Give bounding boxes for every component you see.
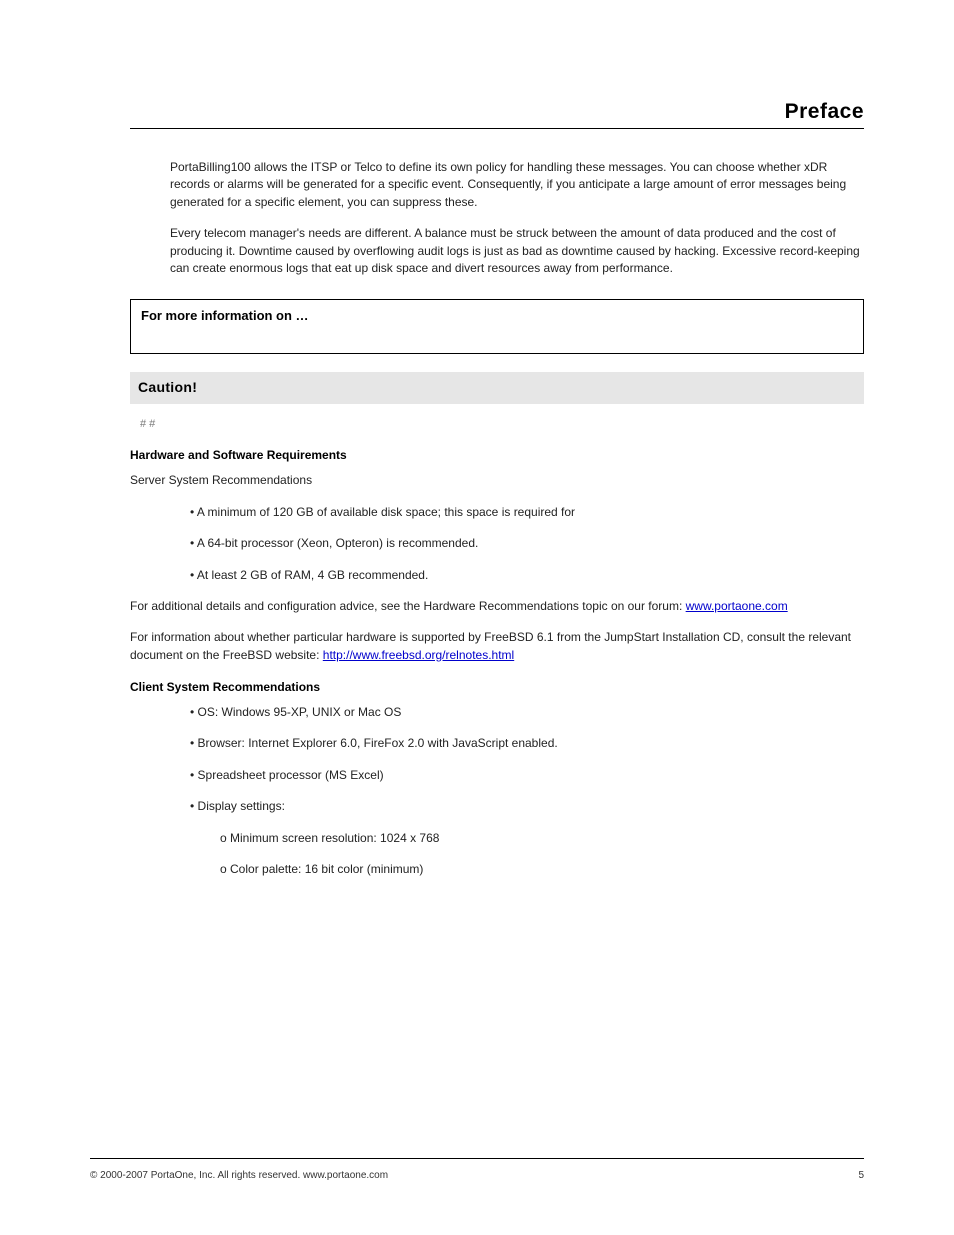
client-item-1: • OS: Windows 95-XP, UNIX or Mac OS <box>190 704 864 721</box>
req-item-2: • A 64-bit processor (Xeon, Opteron) is … <box>190 535 864 552</box>
caution-bar: Caution! <box>130 372 864 404</box>
client-item-4: • Display settings: <box>190 798 864 815</box>
freebsd-text: For information about whether particular… <box>130 629 864 664</box>
client-heading: Client System Recommendations <box>130 680 864 694</box>
client-item-4a: o Minimum screen resolution: 1024 x 768 <box>220 830 864 847</box>
forum-link[interactable]: www.portaone.com <box>686 599 788 613</box>
footer: © 2000-2007 PortaOne, Inc. All rights re… <box>90 1170 864 1181</box>
info-box: For more information on … <box>130 299 864 354</box>
footer-separator <box>90 1158 864 1159</box>
req-item-3: • At least 2 GB of RAM, 4 GB recommended… <box>190 567 864 584</box>
freebsd-link[interactable]: http://www.freebsd.org/relnotes.html <box>323 648 514 662</box>
footer-left: © 2000-2007 PortaOne, Inc. All rights re… <box>90 1170 388 1181</box>
paragraph-2: Every telecom manager's needs are differ… <box>170 225 864 277</box>
hash-marks: # # <box>140 418 864 430</box>
page-number: 5 <box>858 1170 864 1181</box>
more-info-prefix: For additional details and configuration… <box>130 599 686 613</box>
hardware-heading: Hardware and Software Requirements <box>130 448 864 462</box>
more-info-text: For additional details and configuration… <box>130 598 864 615</box>
paragraph-1: PortaBilling100 allows the ITSP or Telco… <box>170 159 864 211</box>
client-item-2: • Browser: Internet Explorer 6.0, FireFo… <box>190 735 864 752</box>
page-header-title: Preface <box>130 100 864 129</box>
info-box-title: For more information on … <box>141 308 853 323</box>
caution-label: Caution! <box>138 379 197 395</box>
server-recs-heading: Server System Recommendations <box>130 472 864 489</box>
client-item-3: • Spreadsheet processor (MS Excel) <box>190 767 864 784</box>
req-item-1: • A minimum of 120 GB of available disk … <box>190 504 864 521</box>
client-item-4b: o Color palette: 16 bit color (minimum) <box>220 861 864 878</box>
